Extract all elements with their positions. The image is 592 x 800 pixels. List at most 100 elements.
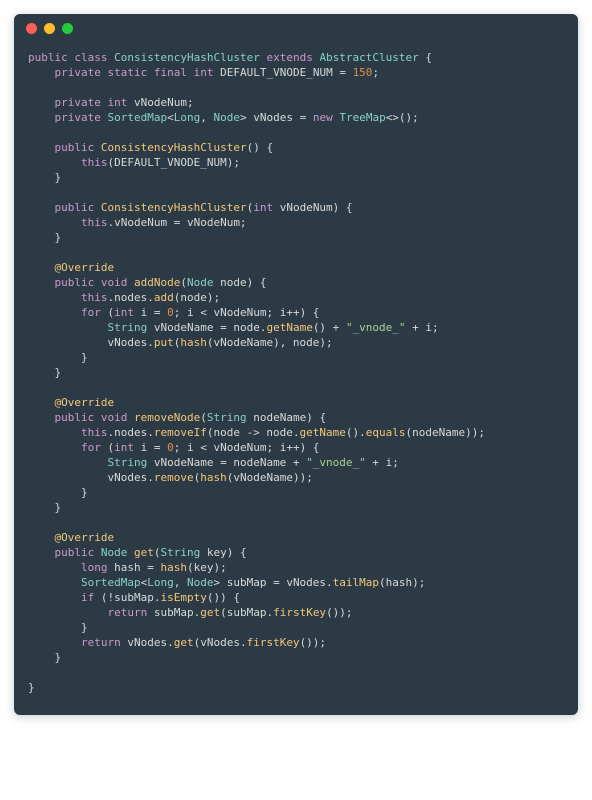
code-token: return	[81, 636, 121, 649]
code-token: @Override	[55, 396, 115, 409]
code-token: 0	[167, 306, 174, 319]
code-token: i =	[134, 441, 167, 454]
code-token: (node -> node.	[207, 426, 300, 439]
code-token: + i;	[366, 456, 399, 469]
code-token: (vNodeName), node);	[207, 336, 333, 349]
zoom-icon[interactable]	[62, 23, 73, 34]
code-token	[28, 606, 107, 619]
code-line: String vNodeName = nodeName + "_vnode_" …	[28, 455, 564, 470]
code-token: @Override	[55, 261, 115, 274]
code-token	[187, 66, 194, 79]
code-token	[28, 531, 55, 544]
code-line: }	[28, 365, 564, 380]
code-token: SortedMap	[107, 111, 167, 124]
code-token	[28, 456, 107, 469]
code-token	[28, 201, 55, 214]
code-token: .vNodeNum = vNodeNum;	[107, 216, 246, 229]
code-token: @Override	[55, 531, 115, 544]
code-token: node) {	[213, 276, 266, 289]
code-line: private SortedMap<Long, Node> vNodes = n…	[28, 110, 564, 125]
code-token: > vNodes =	[240, 111, 313, 124]
code-token: hash =	[107, 561, 160, 574]
code-line: return subMap.get(subMap.firstKey());	[28, 605, 564, 620]
code-token: public	[28, 51, 68, 64]
code-line: private static final int DEFAULT_VNODE_N…	[28, 65, 564, 80]
code-line	[28, 515, 564, 530]
code-token: removeIf	[154, 426, 207, 439]
code-line: this.vNodeNum = vNodeNum;	[28, 215, 564, 230]
code-token	[94, 411, 101, 424]
code-token: int	[194, 66, 214, 79]
code-token: ().	[346, 426, 366, 439]
code-line: public void addNode(Node node) {	[28, 275, 564, 290]
code-token	[147, 66, 154, 79]
code-token: for	[81, 306, 101, 319]
code-token: + i;	[406, 321, 439, 334]
code-token	[94, 276, 101, 289]
code-token	[127, 411, 134, 424]
code-token: private	[55, 96, 101, 109]
code-token: vNodeNum;	[127, 96, 193, 109]
code-token: (	[101, 306, 114, 319]
code-token	[127, 546, 134, 559]
code-token: public	[55, 546, 95, 559]
minimize-icon[interactable]	[44, 23, 55, 34]
code-token: (	[101, 441, 114, 454]
code-line: vNodes.remove(hash(vNodeName));	[28, 470, 564, 485]
code-token: ()) {	[207, 591, 240, 604]
code-token: ());	[300, 636, 327, 649]
code-line	[28, 80, 564, 95]
code-token: String	[107, 456, 147, 469]
code-token: ;	[372, 66, 379, 79]
code-line: String vNodeName = node.getName() + "_vn…	[28, 320, 564, 335]
code-token: firstKey	[273, 606, 326, 619]
code-line	[28, 245, 564, 260]
code-token	[28, 396, 55, 409]
code-token: get	[134, 546, 154, 559]
code-token: subMap.	[147, 606, 200, 619]
code-token: getName	[300, 426, 346, 439]
code-token: int	[107, 96, 127, 109]
code-token: (DEFAULT_VNODE_NUM);	[107, 156, 239, 169]
code-token: }	[28, 651, 61, 664]
code-token: String	[107, 321, 147, 334]
code-token	[28, 546, 55, 559]
code-token: this	[81, 216, 108, 229]
code-token: vNodes.	[28, 336, 154, 349]
code-token: public	[55, 411, 95, 424]
code-line: private int vNodeNum;	[28, 95, 564, 110]
code-token: Node	[187, 576, 214, 589]
code-line: public ConsistencyHashCluster(int vNodeN…	[28, 200, 564, 215]
code-line: for (int i = 0; i < vNodeNum; i++) {	[28, 440, 564, 455]
code-token: "_vnode_"	[306, 456, 366, 469]
code-token	[94, 201, 101, 214]
code-line: @Override	[28, 395, 564, 410]
code-line: vNodes.put(hash(vNodeName), node);	[28, 335, 564, 350]
code-token: vNodeName = node.	[147, 321, 266, 334]
code-token: extends	[266, 51, 312, 64]
code-line: }	[28, 620, 564, 635]
code-token	[28, 111, 55, 124]
code-token: void	[101, 411, 128, 424]
code-token: tailMap	[333, 576, 379, 589]
code-token: ,	[200, 111, 213, 124]
code-token: }	[28, 681, 35, 694]
code-token: Node	[213, 111, 240, 124]
code-line: this.nodes.add(node);	[28, 290, 564, 305]
code-token: void	[101, 276, 128, 289]
window-titlebar	[14, 14, 578, 42]
code-token: .nodes.	[107, 291, 153, 304]
code-token	[28, 276, 55, 289]
code-token: () +	[313, 321, 346, 334]
close-icon[interactable]	[26, 23, 37, 34]
code-token: Long	[174, 111, 201, 124]
code-token: (	[180, 276, 187, 289]
code-token: public	[55, 141, 95, 154]
code-line	[28, 665, 564, 680]
code-token: new	[313, 111, 333, 124]
code-block: public class ConsistencyHashCluster exte…	[14, 42, 578, 715]
code-token	[28, 96, 55, 109]
code-token: ());	[326, 606, 353, 619]
code-token: DEFAULT_VNODE_NUM =	[213, 66, 352, 79]
code-token: ConsistencyHashCluster	[114, 51, 260, 64]
